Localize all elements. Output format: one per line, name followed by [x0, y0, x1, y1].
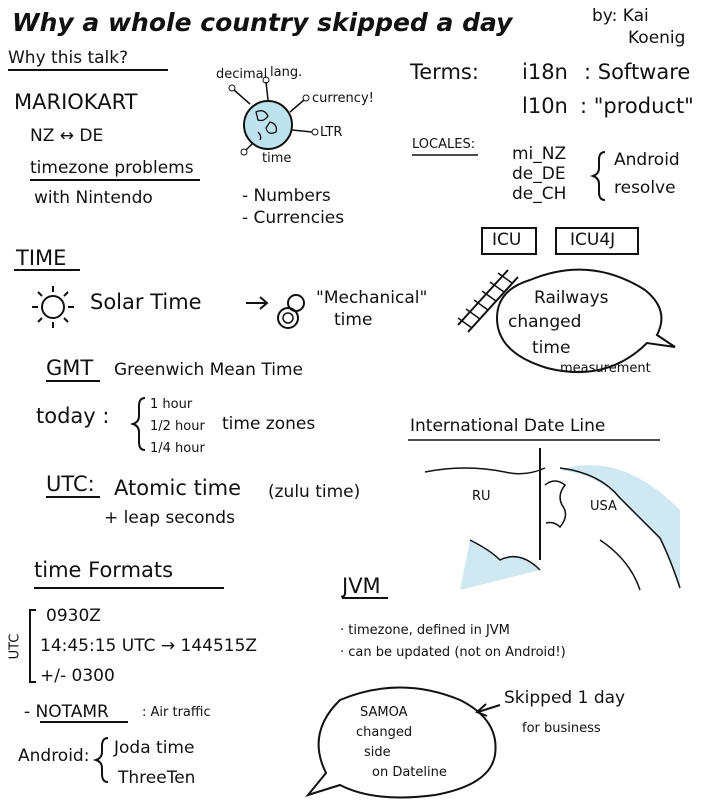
- samoa-line2: changed: [356, 725, 413, 740]
- globe-label-currency: currency!: [312, 91, 374, 106]
- railways-line1: Railways: [534, 288, 609, 308]
- android-resolve-line1: Android: [614, 150, 680, 170]
- time-heading: TIME: [16, 246, 67, 270]
- date-line-map: [424, 448, 681, 591]
- globe-label-time: time: [262, 151, 292, 166]
- sun-icon: [32, 286, 74, 328]
- locale-item: de_DE: [512, 164, 566, 184]
- railways-line2: changed: [508, 312, 582, 332]
- format-item: 14:45:15 UTC → 144515Z: [40, 636, 258, 656]
- jvm-item: · can be updated (not on Android!): [340, 645, 566, 660]
- page-title: Why a whole country skipped a day: [12, 8, 513, 37]
- author-name: Koenig: [628, 28, 686, 48]
- globe-label-ltr: LTR: [320, 125, 343, 140]
- android-lib: ThreeTen: [118, 768, 196, 788]
- solar-time-label: Solar Time: [90, 290, 202, 314]
- nz-de-label: NZ ↔ DE: [30, 126, 104, 146]
- icu-box: ICU: [492, 230, 522, 250]
- why-heading: Why this talk?: [8, 48, 129, 68]
- zulu-time-label: (zulu time): [268, 482, 361, 502]
- i18n-value: : Software: [584, 60, 691, 84]
- l10n-key: l10n: [522, 94, 568, 118]
- utc-abbr: UTC:: [46, 472, 95, 496]
- notam-desc: : Air traffic: [142, 705, 211, 720]
- gear-icon: [277, 294, 305, 329]
- today-option: 1 hour: [150, 397, 193, 412]
- today-label: today :: [36, 404, 110, 428]
- l10n-value: : "product": [580, 94, 694, 118]
- mechanical-line2: time: [334, 310, 373, 330]
- jvm-item: · timezone, defined in JVM: [340, 623, 510, 638]
- samoa-line1: SAMOA: [360, 705, 408, 720]
- terms-heading: Terms:: [410, 60, 479, 84]
- gmt-abbr: GMT: [46, 356, 94, 380]
- date-line-heading: International Date Line: [410, 416, 606, 436]
- locales-heading: LOCALES:: [412, 137, 476, 152]
- globe-label-lang: lang.: [270, 65, 303, 80]
- time-formats-heading: time Formats: [34, 558, 174, 582]
- railways-line4: measurement: [560, 361, 651, 376]
- samoa-line3: side: [364, 745, 391, 760]
- android-resolve-line2: resolve: [614, 178, 676, 198]
- icu4j-box: ICU4J: [570, 230, 616, 250]
- time-zones-label: time zones: [222, 414, 316, 434]
- format-item: 0930Z: [46, 606, 101, 626]
- today-option: 1/4 hour: [150, 441, 205, 456]
- gmt-full: Greenwich Mean Time: [114, 360, 303, 380]
- railways-line3: time: [532, 338, 571, 358]
- globe-label-decimal: decimal: [216, 67, 268, 82]
- today-option: 1/2 hour: [150, 419, 205, 434]
- with-nintendo: with Nintendo: [34, 188, 153, 208]
- formats-side-label: UTC: [7, 633, 23, 660]
- mariokart-label: MARIOKART: [14, 90, 138, 114]
- locale-item: mi_NZ: [512, 144, 567, 164]
- map-label-ru: RU: [472, 489, 491, 504]
- currencies-label: - Currencies: [242, 208, 345, 228]
- timezone-problems: timezone problems: [30, 158, 194, 178]
- android-label: Android:: [18, 746, 90, 766]
- leap-seconds-label: + leap seconds: [104, 508, 235, 528]
- android-lib: Joda time: [114, 738, 195, 758]
- atomic-time-label: Atomic time: [114, 476, 242, 500]
- skipped-day-line2: for business: [522, 721, 601, 736]
- map-label-usa: USA: [590, 499, 617, 514]
- format-item: +/- 0300: [40, 666, 115, 686]
- numbers-label: - Numbers: [242, 186, 331, 206]
- samoa-line4: on Dateline: [372, 765, 447, 780]
- jvm-heading: JVM: [342, 574, 381, 598]
- mechanical-line1: "Mechanical": [316, 288, 428, 308]
- author-by: by: Kai: [592, 6, 649, 26]
- i18n-key: i18n: [522, 60, 568, 84]
- notam-label: - NOTAMR: [24, 702, 109, 722]
- skipped-day-line1: Skipped 1 day: [504, 688, 626, 708]
- globe-icon: [228, 76, 319, 156]
- locale-item: de_CH: [512, 184, 567, 204]
